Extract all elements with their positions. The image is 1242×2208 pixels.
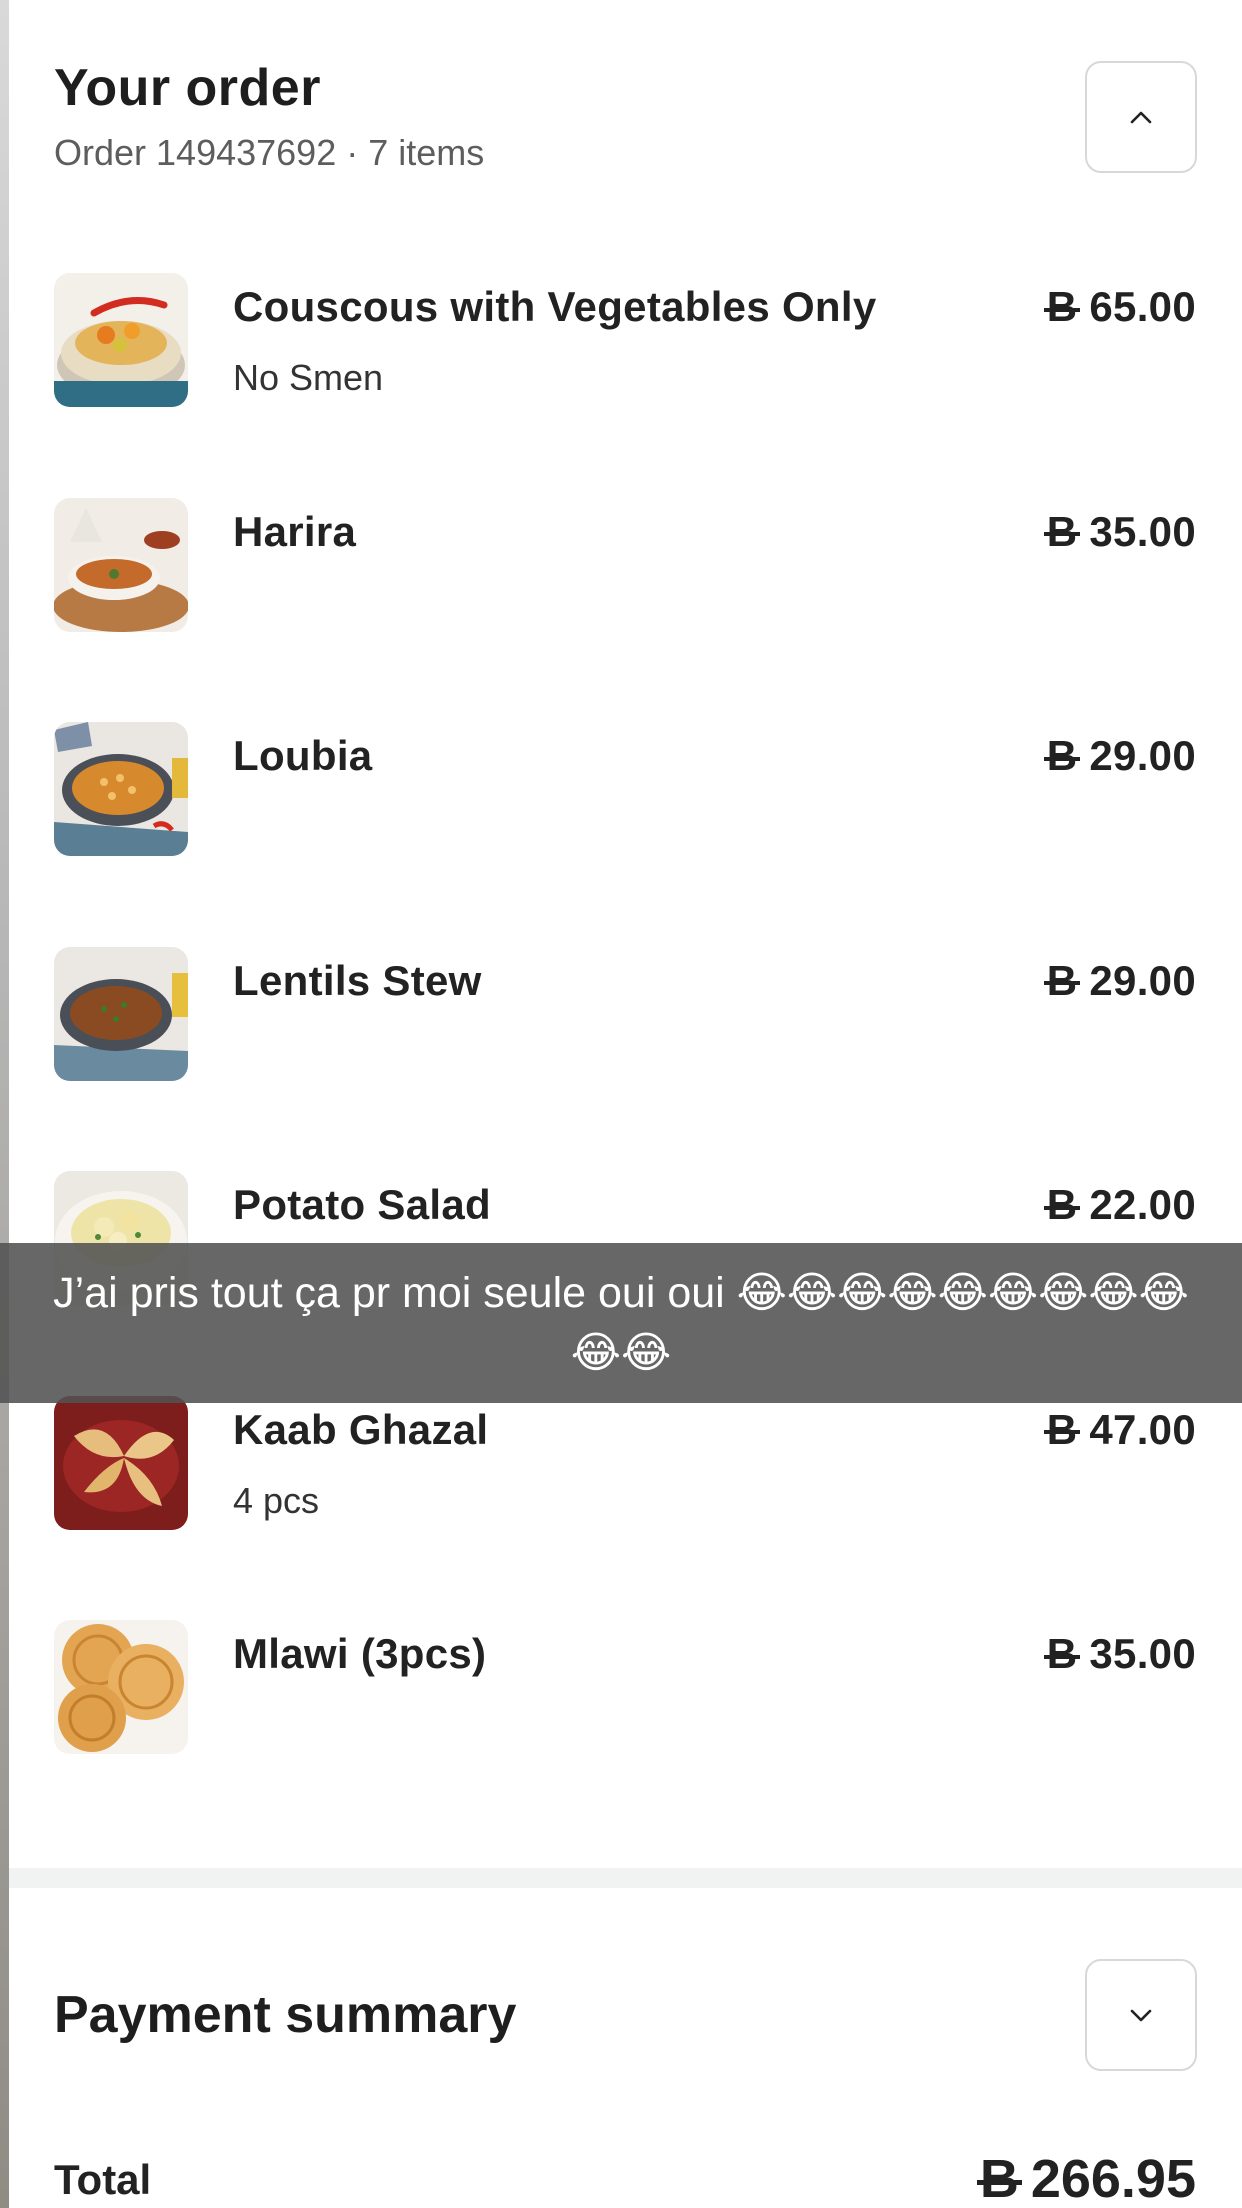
item-price: B 22.00	[1043, 1181, 1196, 1228]
order-title: Your order	[54, 59, 321, 117]
snap-caption-overlay: J’ai pris tout ça pr moi seule oui oui 😂…	[0, 1243, 1242, 1403]
order-item[interactable]: Lentils Stew B 29.00	[54, 946, 1196, 1172]
caption-text: J’ai pris tout ça pr moi seule oui oui 😂…	[53, 1269, 1189, 1377]
collapse-order-button[interactable]	[1085, 61, 1197, 173]
order-item[interactable]: Kaab Ghazal 4 pcs B 47.00	[54, 1395, 1196, 1621]
item-name: Loubia	[233, 732, 373, 779]
item-note: No Smen	[233, 357, 384, 398]
item-name: Lentils Stew	[233, 956, 482, 1004]
order-item[interactable]: Loubia B 29.00	[54, 722, 1196, 947]
chevron-down-icon	[1130, 2009, 1152, 2022]
item-name: Mlawi (3pcs)	[233, 1630, 487, 1677]
dirham-icon: B	[1043, 507, 1081, 555]
order-item[interactable]: Mlawi (3pcs) B 35.00	[54, 1620, 1196, 1845]
item-name: Kaab Ghazal	[233, 1405, 489, 1453]
section-divider	[9, 1868, 1242, 1888]
dirham-icon: B	[1043, 1630, 1081, 1677]
item-price: B 35.00	[1043, 1630, 1196, 1677]
order-item[interactable]: Couscous with Vegetables Only No Smen B6…	[54, 273, 1196, 498]
chevron-up-icon	[1130, 111, 1152, 124]
dirham-icon: B	[1043, 732, 1081, 779]
item-name: Couscous with Vegetables Only	[233, 283, 877, 330]
item-price: B 29.00	[1043, 956, 1196, 1004]
total-value: B 266.95	[976, 2149, 1196, 2208]
dirham-icon: B	[1043, 283, 1081, 330]
left-edge	[0, 0, 9, 2208]
item-price: B 65.00	[1043, 283, 1196, 330]
total-label: Total	[54, 2156, 152, 2203]
dirham-icon: B	[1043, 1181, 1081, 1228]
item-price: B 47.00	[1043, 1405, 1196, 1453]
payment-summary-title: Payment summary	[54, 1986, 517, 2044]
mlawi-image	[54, 1620, 188, 1754]
loubia-image	[54, 722, 188, 856]
item-price: B 35.00	[1043, 507, 1196, 555]
order-header: Your order Order 149437692 · 7 items	[54, 58, 1188, 178]
dirham-icon: B	[1043, 1405, 1081, 1453]
order-item[interactable]: Harira B 35.00	[54, 497, 1196, 723]
order-items-list: Couscous with Vegetables Only No Smen B6…	[54, 273, 1196, 1845]
order-screen: Your order Order 149437692 · 7 items Cou…	[0, 0, 1242, 2208]
expand-payment-button[interactable]	[1085, 1959, 1197, 2071]
item-name: Potato Salad	[233, 1181, 491, 1228]
kaab-ghazal-image	[54, 1395, 188, 1530]
item-price: B 29.00	[1043, 732, 1196, 779]
dirham-icon: B	[1043, 956, 1081, 1004]
lentils-image	[54, 946, 188, 1081]
item-name: Harira	[233, 507, 357, 555]
item-note: 4 pcs	[233, 1479, 320, 1521]
order-subtitle: Order 149437692 · 7 items	[54, 132, 485, 173]
dirham-icon: B	[976, 2149, 1022, 2208]
harira-image	[54, 497, 188, 632]
couscous-image	[54, 273, 188, 407]
